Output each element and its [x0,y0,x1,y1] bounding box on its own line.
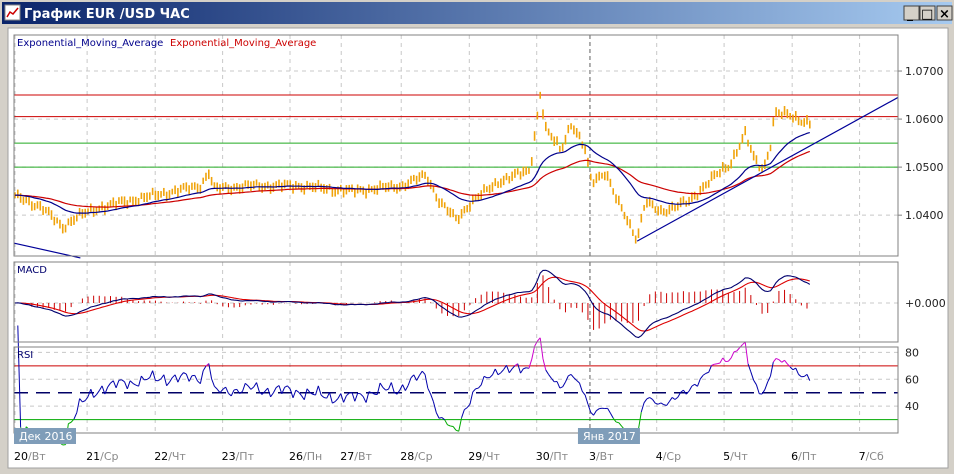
x-tick-label: 28/Ср [400,450,432,463]
close-button[interactable]: × [936,5,953,22]
maximize-button[interactable]: □ [919,5,936,22]
chart-area [7,27,949,469]
rsi-segment [323,397,327,399]
svg-text:×: × [939,7,950,22]
rsi-tick-label: 60 [905,373,919,386]
x-tick-label: 29/Чт [468,450,500,463]
rsi-tick-label: 80 [905,346,919,359]
x-tick-label: 3/Вт [589,450,614,463]
x-tick-label: 4/Ср [656,450,681,463]
price-tick-label: 1.0400 [905,209,944,222]
x-tick-label: 20/Вт [14,450,46,463]
price-tick-label: 1.0700 [905,65,944,78]
x-tick-label: 30/Пт [536,450,569,463]
rsi-segment [714,363,718,365]
window-title: График EUR /USD ЧАС [24,7,190,22]
x-tick-label: 21/Ср [86,450,118,463]
month-label: Янв 2017 [583,430,636,443]
rsi-label: RSI [17,350,33,361]
x-tick-label: 5/Чт [723,450,748,463]
chart-icon [4,4,21,21]
chart-window: График EUR /USD ЧАС _ □ × Exponential_Mo… [0,0,954,474]
price-tick-label: 1.0600 [905,113,944,126]
month-label: Дек 2016 [19,430,73,443]
svg-text:_: _ [907,7,913,22]
chart-canvas: График EUR /USD ЧАС _ □ × Exponential_Mo… [0,0,954,474]
rsi-segment [233,388,237,391]
macd-label: MACD [17,265,47,276]
x-tick-label: 23/Пт [222,450,255,463]
ema-fast-legend: Exponential_Moving_Average [17,38,163,49]
ema-slow-legend: Exponential_Moving_Average [170,38,316,49]
x-tick-label: 26/Пн [289,450,322,463]
x-tick-label: 22/Чт [154,450,186,463]
x-tick-label: 6/Пт [791,450,817,463]
svg-text:□: □ [921,7,933,22]
macd-tick-label: +0.000 [905,297,946,310]
rsi-tick-label: 40 [905,400,919,413]
minimize-button[interactable]: _ [903,5,920,22]
x-tick-label: 7/Сб [859,450,884,463]
price-tick-label: 1.0500 [905,161,944,174]
x-tick-label: 27/Вт [340,450,372,463]
